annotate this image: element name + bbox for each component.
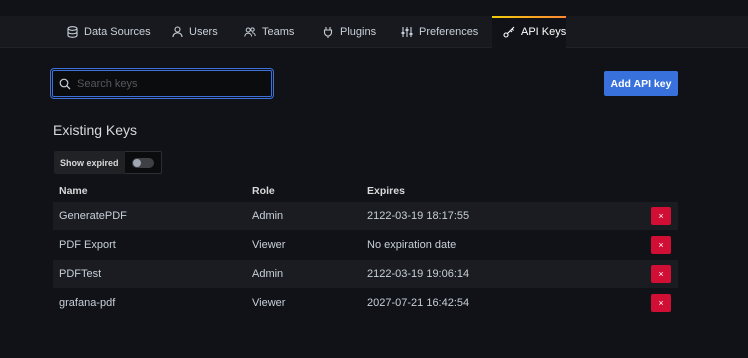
key-name: PDF Export (59, 239, 116, 251)
table-row: GeneratePDF Admin 2122-03-19 18:17:55 × (53, 202, 678, 230)
tab-teams[interactable]: Teams (244, 16, 294, 48)
search-input[interactable] (73, 77, 271, 90)
tab-label: Data Sources (84, 26, 151, 38)
table-row: PDF Export Viewer No expiration date × (53, 231, 678, 259)
key-name: PDFTest (59, 268, 102, 280)
tab-label: Plugins (340, 26, 377, 38)
tab-label: Preferences (419, 26, 479, 38)
delete-key-button[interactable]: × (651, 294, 671, 312)
users-icon (244, 26, 256, 38)
delete-key-button[interactable]: × (651, 236, 671, 254)
show-expired-label: Show expired (54, 151, 125, 174)
search-icon (59, 77, 73, 91)
key-expires: 2122-03-19 19:06:14 (367, 268, 470, 280)
table-header: Name Role Expires (53, 180, 678, 202)
tab-users[interactable]: Users (171, 16, 218, 48)
sliders-icon (401, 26, 413, 38)
table-row: PDFTest Admin 2122-03-19 19:06:14 × (53, 260, 678, 288)
section-title: Existing Keys (53, 122, 138, 138)
toggle-switch[interactable] (131, 157, 154, 168)
key-role: Viewer (252, 297, 286, 309)
api-keys-table: Name Role Expires GeneratePDF Admin 2122… (53, 180, 678, 318)
user-icon (171, 26, 183, 38)
key-name: GeneratePDF (59, 210, 127, 222)
key-role: Viewer (252, 239, 286, 251)
key-expires: No expiration date (367, 239, 457, 251)
show-expired-control: Show expired (54, 151, 162, 174)
delete-key-button[interactable]: × (651, 265, 671, 283)
delete-key-button[interactable]: × (651, 207, 671, 225)
tab-label: Teams (262, 26, 295, 38)
key-expires: 2027-07-21 16:42:54 (367, 297, 470, 309)
tab-label: Users (189, 26, 218, 38)
key-name: grafana-pdf (59, 297, 116, 309)
column-header-name: Name (59, 185, 88, 197)
tab-plugins[interactable]: Plugins (322, 16, 376, 48)
search-box[interactable] (52, 70, 272, 97)
add-api-key-button[interactable]: Add API key (604, 71, 678, 96)
key-role: Admin (252, 268, 284, 280)
tab-bar: Data Sources Users Teams Plugins Prefere… (0, 16, 748, 48)
column-header-expires: Expires (367, 185, 405, 197)
table-row: grafana-pdf Viewer 2027-07-21 16:42:54 × (53, 289, 678, 317)
tab-api-keys[interactable]: API Keys (492, 16, 566, 48)
tab-preferences[interactable]: Preferences (401, 16, 478, 48)
tab-data-sources[interactable]: Data Sources (66, 16, 151, 48)
database-icon (66, 26, 78, 38)
key-expires: 2122-03-19 18:17:55 (367, 210, 470, 222)
key-role: Admin (252, 210, 284, 222)
show-expired-toggle[interactable] (124, 151, 162, 174)
plug-icon (322, 26, 334, 38)
column-header-role: Role (252, 185, 275, 197)
tab-label: API Keys (521, 26, 567, 38)
key-icon (503, 26, 515, 38)
